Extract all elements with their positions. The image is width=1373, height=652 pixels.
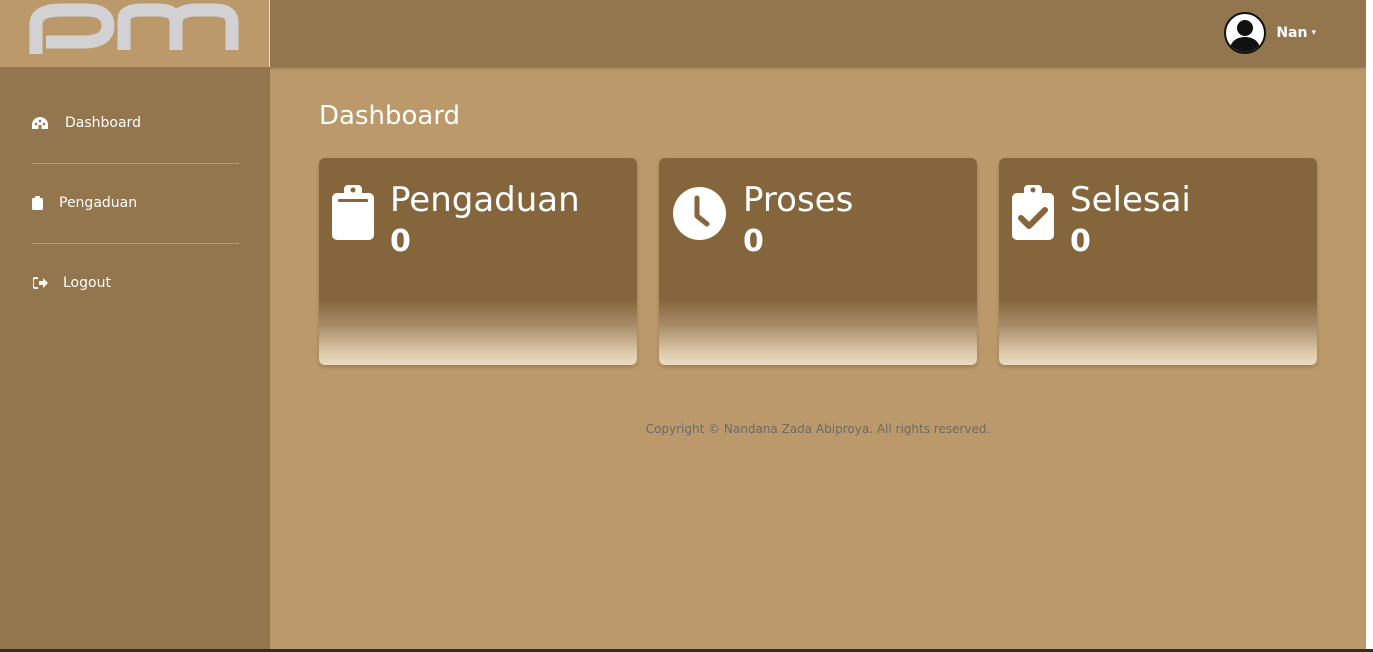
sidebar-item-label: Dashboard xyxy=(65,115,141,131)
sidebar-divider xyxy=(32,243,239,244)
gauge-icon xyxy=(32,115,48,131)
card-label: Proses xyxy=(743,180,854,220)
brand-logo[interactable] xyxy=(0,0,270,67)
footer-copyright: Copyright © Nandana Zada Abiproya. All r… xyxy=(645,422,991,436)
avatar xyxy=(1224,12,1267,54)
chevron-down-icon: ▾ xyxy=(1311,28,1316,38)
sidebar-item-dashboard[interactable]: Dashboard xyxy=(32,113,141,133)
sidebar-item-logout[interactable]: Logout xyxy=(32,273,111,293)
card-count: 0 xyxy=(743,224,764,259)
card-count: 0 xyxy=(1070,224,1091,259)
sidebar: Dashboard Pengaduan Logout xyxy=(0,67,270,649)
sidebar-item-label: Logout xyxy=(63,275,111,291)
user-name: Nan xyxy=(1276,25,1308,41)
page-scrollbar[interactable] xyxy=(1366,0,1373,652)
clock-icon xyxy=(673,187,726,244)
clipboard-icon xyxy=(332,185,374,244)
sidebar-item-pengaduan[interactable]: Pengaduan xyxy=(32,193,137,213)
user-avatar-icon xyxy=(1229,20,1262,52)
clipboard-icon xyxy=(32,195,43,211)
card-pengaduan[interactable]: Pengaduan 0 xyxy=(319,158,637,365)
pm-logo-icon xyxy=(29,3,239,54)
user-menu[interactable]: Nan ▾ xyxy=(1224,12,1316,54)
page-title: Dashboard xyxy=(319,101,461,131)
card-label: Selesai xyxy=(1070,180,1191,220)
sidebar-divider xyxy=(32,163,239,164)
card-count: 0 xyxy=(390,224,411,259)
card-label: Pengaduan xyxy=(390,180,580,220)
card-selesai[interactable]: Selesai 0 xyxy=(999,158,1317,365)
app-window: Nan ▾ Dashboard Pengaduan Logout Dashboa… xyxy=(0,0,1366,649)
clipboard-check-icon xyxy=(1012,185,1054,244)
sign-out-icon xyxy=(32,275,48,291)
card-proses[interactable]: Proses 0 xyxy=(659,158,977,365)
top-navbar: Nan ▾ xyxy=(0,0,1366,67)
sidebar-item-label: Pengaduan xyxy=(59,195,138,211)
